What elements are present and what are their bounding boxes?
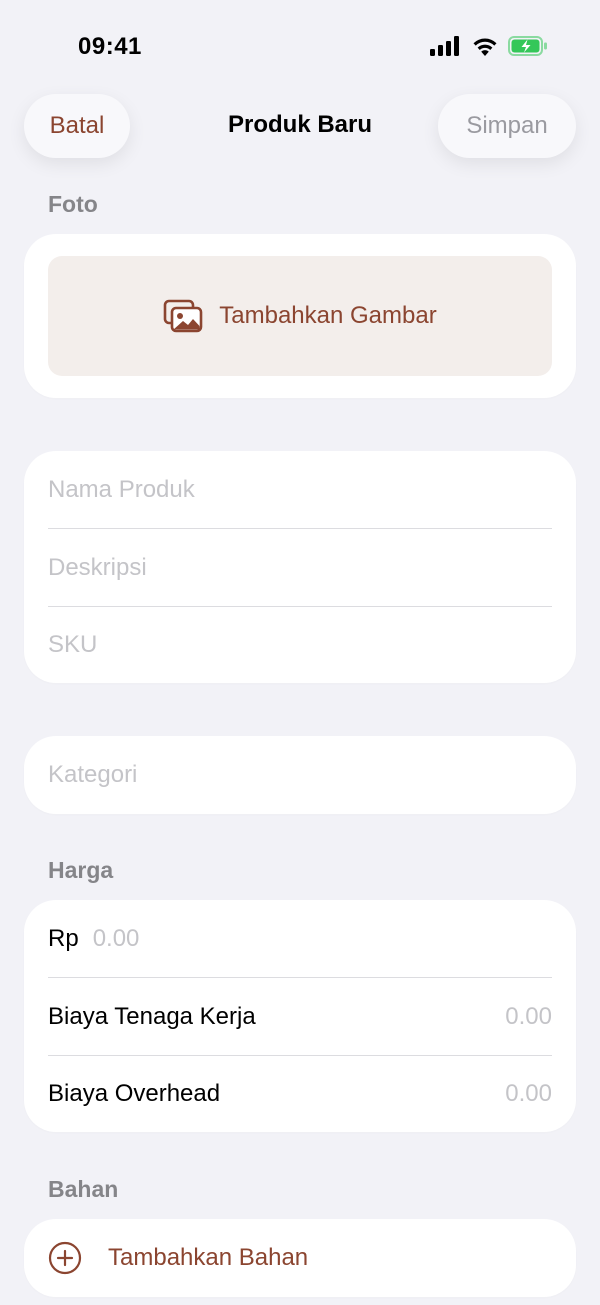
price-card: Rp 0.00 Biaya Tenaga Kerja 0.00 Biaya Ov… [24,900,576,1132]
wifi-icon [473,38,497,56]
status-time: 09:41 [78,33,142,60]
labor-cost-field[interactable]: Biaya Tenaga Kerja 0.00 [48,978,552,1056]
add-image-label: Tambahkan Gambar [219,302,437,329]
product-name-field[interactable]: Nama Produk [48,451,552,529]
new-product-screen: 09:41 Batal Produk Baru Simpan Foto Tamb… [0,0,600,1305]
add-material-button[interactable]: Tambahkan Bahan [48,1219,308,1297]
price-section-label: Harga [48,857,114,883]
price-placeholder: 0.00 [92,925,140,952]
overhead-cost-field[interactable]: Biaya Overhead 0.00 [48,1055,552,1133]
labor-cost-placeholder: 0.00 [505,1003,552,1030]
save-button[interactable]: Simpan [438,94,576,158]
category-card: Kategori [24,736,576,814]
photo-card: Tambahkan Gambar [24,234,576,398]
overhead-cost-placeholder: 0.00 [505,1080,552,1107]
materials-section-label: Bahan [48,1176,119,1202]
overhead-cost-label: Biaya Overhead [48,1080,221,1107]
price-field[interactable]: Rp 0.00 [48,900,552,978]
materials-card: Tambahkan Bahan [24,1219,576,1297]
category-placeholder: Kategori [48,761,138,788]
add-image-button[interactable]: Tambahkan Gambar [48,256,552,376]
plus-circle-icon [48,1241,82,1275]
labor-cost-label: Biaya Tenaga Kerja [48,1003,256,1030]
product-info-card: Nama Produk Deskripsi SKU [24,451,576,683]
category-field[interactable]: Kategori [48,736,552,814]
currency-label: Rp [48,925,79,952]
sku-field[interactable]: SKU [48,606,552,684]
status-bar: 09:41 [0,0,600,96]
description-field[interactable]: Deskripsi [48,529,552,607]
add-material-label: Tambahkan Bahan [108,1244,309,1271]
signal-icon [430,36,459,56]
battery-charging-icon [508,36,547,56]
photo-gallery-icon [163,299,203,333]
photo-section-label: Foto [48,191,98,217]
status-icons [430,36,548,56]
description-placeholder: Deskripsi [48,554,147,581]
sku-placeholder: SKU [48,631,98,658]
product-name-placeholder: Nama Produk [48,476,195,503]
